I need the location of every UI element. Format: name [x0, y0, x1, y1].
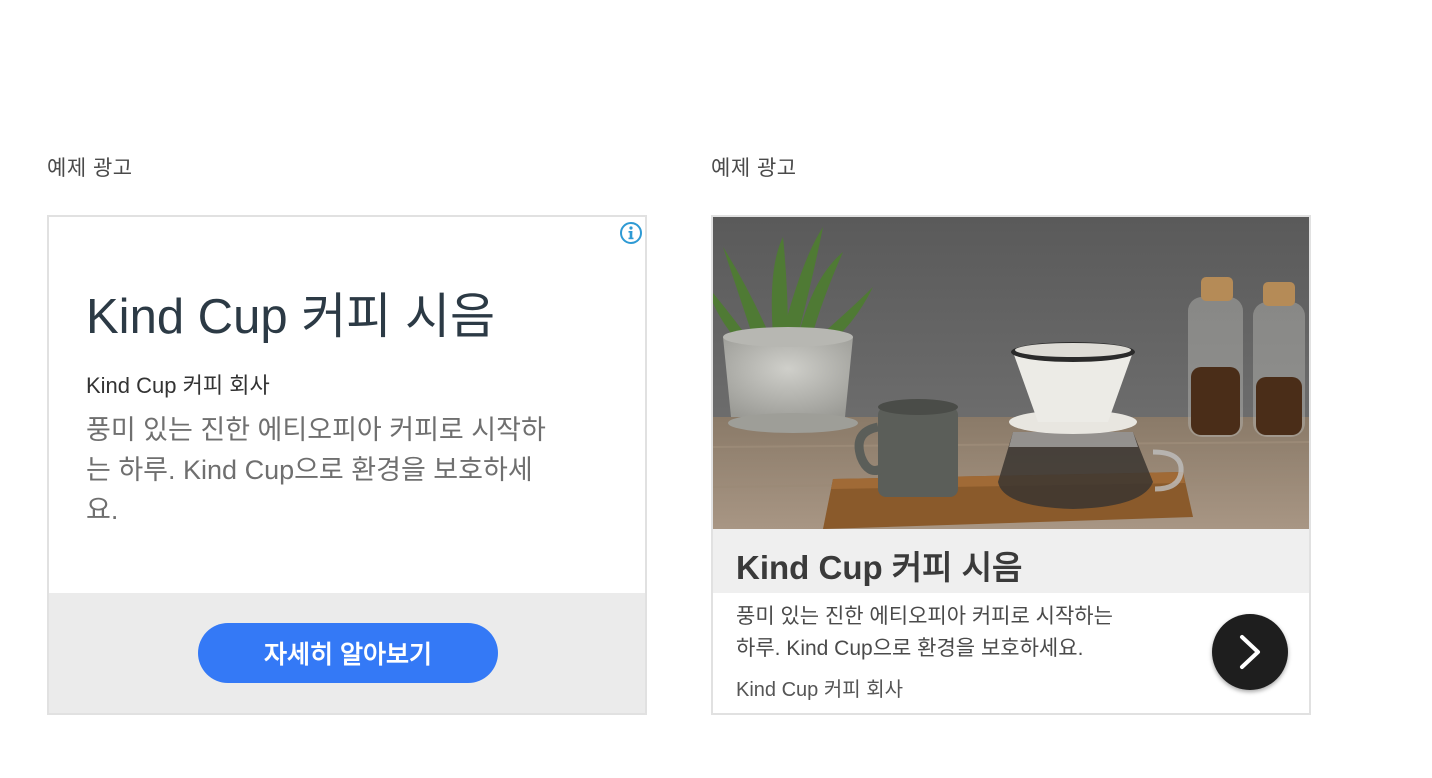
advertiser-name: Kind Cup 커피 회사 — [86, 373, 270, 398]
chevron-right-icon — [1240, 635, 1260, 669]
ad-label: 예제 광고 — [47, 157, 133, 180]
ad-description: 풍미 있는 진한 에티오피아 커피로 시작하는 하루. Kind Cup으로 환… — [736, 605, 1113, 660]
next-button[interactable] — [1212, 614, 1288, 690]
image-ad-card[interactable]: Kind Cup 커피 시음 풍미 있는 진한 에티오피아 커피로 시작하는 하… — [711, 215, 1311, 715]
ad-label: 예제 광고 — [711, 157, 797, 180]
ad-headline[interactable]: Kind Cup 커피 시음 — [86, 277, 495, 348]
learn-more-button[interactable]: 자세히 알아보기 — [198, 623, 498, 683]
ad-headline[interactable]: Kind Cup 커피 시음 — [736, 541, 1022, 589]
advertiser-name: Kind Cup 커피 회사 — [736, 679, 903, 701]
ad-footer: 자세히 알아보기 — [49, 593, 645, 713]
info-icon[interactable] — [619, 221, 643, 245]
ad-title-bar: Kind Cup 커피 시음 — [713, 529, 1309, 593]
text-ad-card[interactable]: Kind Cup 커피 시음 Kind Cup 커피 회사 풍미 있는 진한 에… — [47, 215, 647, 715]
coffee-product-image[interactable] — [713, 217, 1309, 529]
ad-description: 풍미 있는 진한 에티오피아 커피로 시작하는 하루. Kind Cup으로 환… — [86, 415, 546, 525]
